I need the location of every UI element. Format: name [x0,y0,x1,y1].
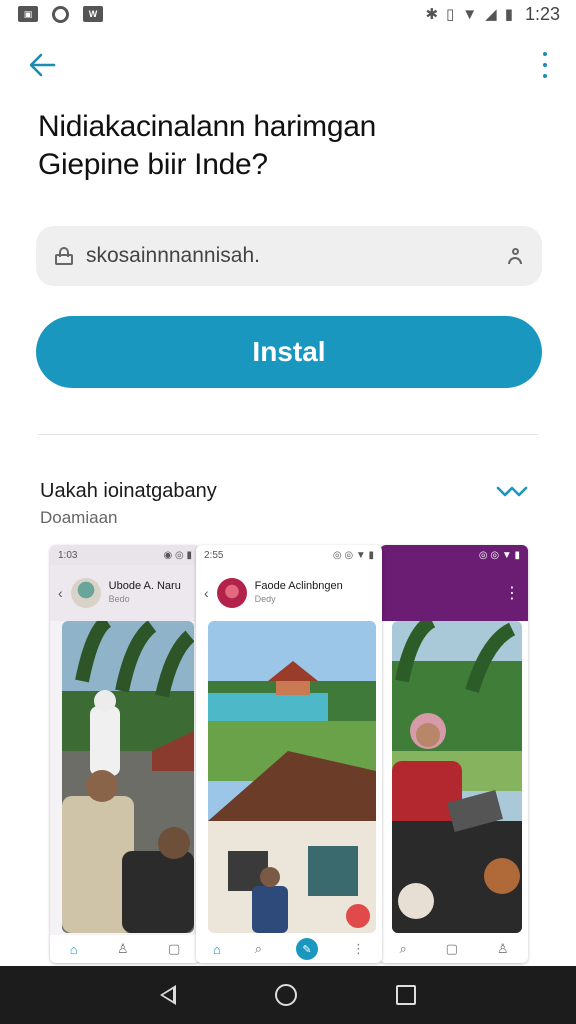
avatar [70,578,101,608]
sync-notification-icon [52,5,69,23]
section-title: Uakah ioinatgabany [40,480,217,502]
bluetooth-icon: ✱ [425,6,439,23]
arrow-left-icon [29,53,56,77]
divider [38,434,538,435]
person-icon: ♙ [116,941,129,956]
back-button[interactable] [26,50,58,80]
chevron-left-icon: ‹ [58,585,63,601]
person-icon[interactable] [506,247,524,265]
home-icon: ⌂ [212,941,221,957]
screenshot-status-bar: 1:03 ◉ ◎ ▮ [50,545,200,565]
search-icon: ⌕ [254,941,263,956]
system-nav-bar [0,966,576,1024]
nav-recents-icon[interactable] [396,985,417,1005]
chevron-left-icon: ‹ [204,585,209,601]
screenshot-3[interactable]: ◎ ◎ ▼ ▮ ⋮ ⌕ ▢ ♙ [380,545,528,963]
section-subtitle: Doamiaan [40,508,118,527]
page-title: Nidiakacinalann harimgan Giepine biir In… [38,108,538,184]
nav-home-icon[interactable] [274,984,297,1006]
screenshot-carousel[interactable]: 1:03 ◉ ◎ ▮ ‹ Ubode A. Naru Bedo ⌂ ♙ ▢ 2:… [50,545,528,963]
screenshot-time: 2:55 [204,549,224,561]
battery-icon: ▮ [504,6,513,23]
screenshot-subtitle: Bedo [108,594,130,604]
screenshot-nav: ⌂ ⌕ ✎ ⋮ [196,935,382,963]
photo-woman-laptop [392,621,522,933]
account-field[interactable]: skosainnnannisah. [36,226,542,286]
photo-people-outdoors [62,621,194,933]
w-notification-icon: W [83,6,103,22]
screenshot-2[interactable]: 2:55 ◎ ◎ ▼ ▮ ‹ Faode Aclinbngen Dedy ⌂ ⌕… [196,545,382,963]
screenshot-header: ⋮ [380,565,528,621]
more-vert-icon[interactable] [540,52,550,78]
screenshot-status-icons: ◉ ◎ ▮ [163,549,192,561]
compose-button: ✎ [296,938,319,960]
system-icons: ✱ ▯ ▼ ◢ ▮ 1:23 [425,4,560,25]
screenshot-title: Faode Aclinbngen [254,580,343,592]
nav-back-icon[interactable] [159,985,176,1005]
add-icon: ▢ [445,941,458,956]
app-bar [0,40,576,90]
more-icon: ⋮ [351,941,365,956]
signal-icon: ◢ [485,6,497,23]
wifi-icon: ▼ [462,5,478,23]
screenshot-status-bar: ◎ ◎ ▼ ▮ [380,545,528,565]
screenshot-1[interactable]: 1:03 ◉ ◎ ▮ ‹ Ubode A. Naru Bedo ⌂ ♙ ▢ [50,545,200,963]
home-icon: ⌂ [69,941,78,957]
photo-resort-house [208,621,376,933]
screenshot-status-bar: 2:55 ◎ ◎ ▼ ▮ [196,545,382,565]
page-title-line-1: Nidiakacinalann harimgan [38,110,377,143]
screenshot-title: Ubode A. Naru [108,580,181,592]
page-title-line-2: Giepine biir Inde? [38,148,268,181]
screenshot-header: ‹ Faode Aclinbngen Dedy [196,565,382,621]
account-field-value: skosainnnannisah. [86,244,260,267]
lock-icon [54,247,74,265]
screenshot-status-icons: ◎ ◎ ▼ ▮ [478,549,520,561]
screenshot-subtitle: Dedy [254,594,276,604]
person-icon: ♙ [496,941,509,956]
install-button[interactable]: Instal [36,316,542,388]
vibrate-icon: ▯ [446,6,455,23]
search-icon: ⌕ [399,941,407,956]
chat-icon: ▢ [167,941,181,956]
status-bar: ▣ W ✱ ▯ ▼ ◢ ▮ 1:23 [0,0,576,28]
screenshot-status-icons: ◎ ◎ ▼ ▮ [332,549,374,561]
notification-icons: ▣ W [18,5,103,23]
screenshot-nav: ⌂ ♙ ▢ [50,935,200,963]
more-vert-icon: ⋮ [504,585,520,602]
chevron-down-icon[interactable] [496,484,528,500]
status-time: 1:23 [524,3,560,24]
photo-notification-icon: ▣ [18,6,38,22]
screenshot-nav: ⌕ ▢ ♙ [380,935,528,963]
screenshot-header: ‹ Ubode A. Naru Bedo [50,565,200,621]
avatar [216,578,247,608]
screenshot-time: 1:03 [58,549,78,561]
